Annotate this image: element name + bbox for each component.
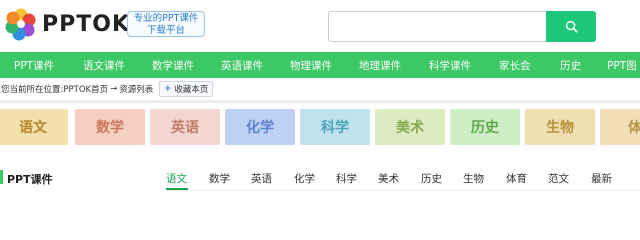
tab-latest[interactable]: 最新	[591, 171, 612, 186]
subject-tile-chinese[interactable]: 语文	[0, 109, 68, 145]
nav-item-parents-meeting[interactable]: 家长会	[499, 58, 531, 73]
bookmark-page-label: 收藏本页	[174, 85, 209, 95]
nav-item-science[interactable]: 科学课件	[429, 58, 471, 73]
breadcrumb-prefix: 您当前所在位置:	[1, 85, 64, 95]
subject-tile-art[interactable]: 美术	[375, 109, 445, 145]
breadcrumb: 您当前所在位置: PPTOK首页 → 资源列表 + 收藏本页	[0, 80, 214, 98]
subject-tile-biology[interactable]: 生物	[525, 109, 595, 145]
section-accent-bar	[0, 170, 3, 184]
tab-essays[interactable]: 范文	[548, 171, 569, 186]
subject-tile-english[interactable]: 英语	[150, 109, 220, 145]
nav-item-english[interactable]: 英语课件	[221, 58, 263, 73]
subject-tile-label: 美术	[396, 120, 424, 136]
subject-tile-math[interactable]: 数学	[75, 109, 145, 145]
tab-pe[interactable]: 体育	[506, 171, 527, 186]
slogan-badge: 专业的PPT课件 下载平台	[127, 11, 205, 37]
active-tab-underline	[166, 188, 188, 190]
subject-tile-history[interactable]: 历史	[450, 109, 520, 145]
nav-item-physics[interactable]: 物理课件	[290, 58, 332, 73]
nav-item-ppt[interactable]: PPT课件	[14, 58, 54, 73]
nav-item-chinese[interactable]: 语文课件	[83, 58, 125, 73]
subject-tile-label: 生物	[546, 120, 574, 136]
tab-science[interactable]: 科学	[336, 171, 357, 186]
tab-history[interactable]: 历史	[421, 171, 442, 186]
subject-tile-chemistry[interactable]: 化学	[225, 109, 295, 145]
slogan-line-1: 专业的PPT课件	[133, 13, 199, 24]
tab-english[interactable]: 英语	[251, 171, 272, 186]
subject-tile-label: 体	[628, 120, 640, 136]
search-button[interactable]	[546, 11, 596, 42]
site-header: PPTOK 专业的PPT课件 下载平台	[0, 0, 640, 50]
tab-biology[interactable]: 生物	[463, 171, 484, 186]
section-title: PPT课件	[7, 173, 53, 186]
site-logo[interactable]: PPTOK	[4, 7, 130, 41]
tab-math[interactable]: 数学	[209, 171, 230, 186]
subject-tile-pe[interactable]: 体	[600, 109, 640, 145]
breadcrumb-current: 资源列表	[119, 85, 154, 95]
subject-tile-label: 英语	[171, 120, 199, 136]
nav-item-ppt-images[interactable]: PPT图	[607, 58, 637, 73]
subject-tile-science[interactable]: 科学	[300, 109, 370, 145]
bookmark-page-button[interactable]: + 收藏本页	[159, 81, 214, 97]
plus-icon: +	[164, 84, 172, 94]
subject-tile-label: 化学	[246, 120, 274, 136]
subject-tile-label: 语文	[19, 120, 47, 136]
brand-name: PPTOK	[42, 11, 131, 37]
search-input[interactable]	[328, 11, 547, 42]
breadcrumb-home-link[interactable]: PPTOK首页	[63, 83, 108, 95]
main-nav: PPT课件 语文课件 数学课件 英语课件 物理课件 地理课件 科学课件 家长会 …	[0, 52, 640, 78]
tabs-baseline	[166, 190, 640, 191]
subject-tile-label: 科学	[321, 120, 349, 136]
tab-chemistry[interactable]: 化学	[294, 171, 315, 186]
nav-item-geography[interactable]: 地理课件	[359, 58, 401, 73]
subject-tile-label: 数学	[96, 120, 124, 136]
search-icon	[565, 20, 577, 33]
slogan-line-2: 下载平台	[146, 25, 185, 36]
tab-art[interactable]: 美术	[378, 171, 399, 186]
nav-item-history[interactable]: 历史	[560, 58, 581, 73]
nav-item-math[interactable]: 数学课件	[152, 58, 194, 73]
subject-tile-label: 历史	[471, 120, 499, 136]
tab-chinese[interactable]: 语文	[166, 171, 187, 186]
pinwheel-logo-icon	[5, 8, 36, 41]
header-divider	[0, 100, 640, 103]
breadcrumb-arrow: →	[110, 84, 118, 94]
